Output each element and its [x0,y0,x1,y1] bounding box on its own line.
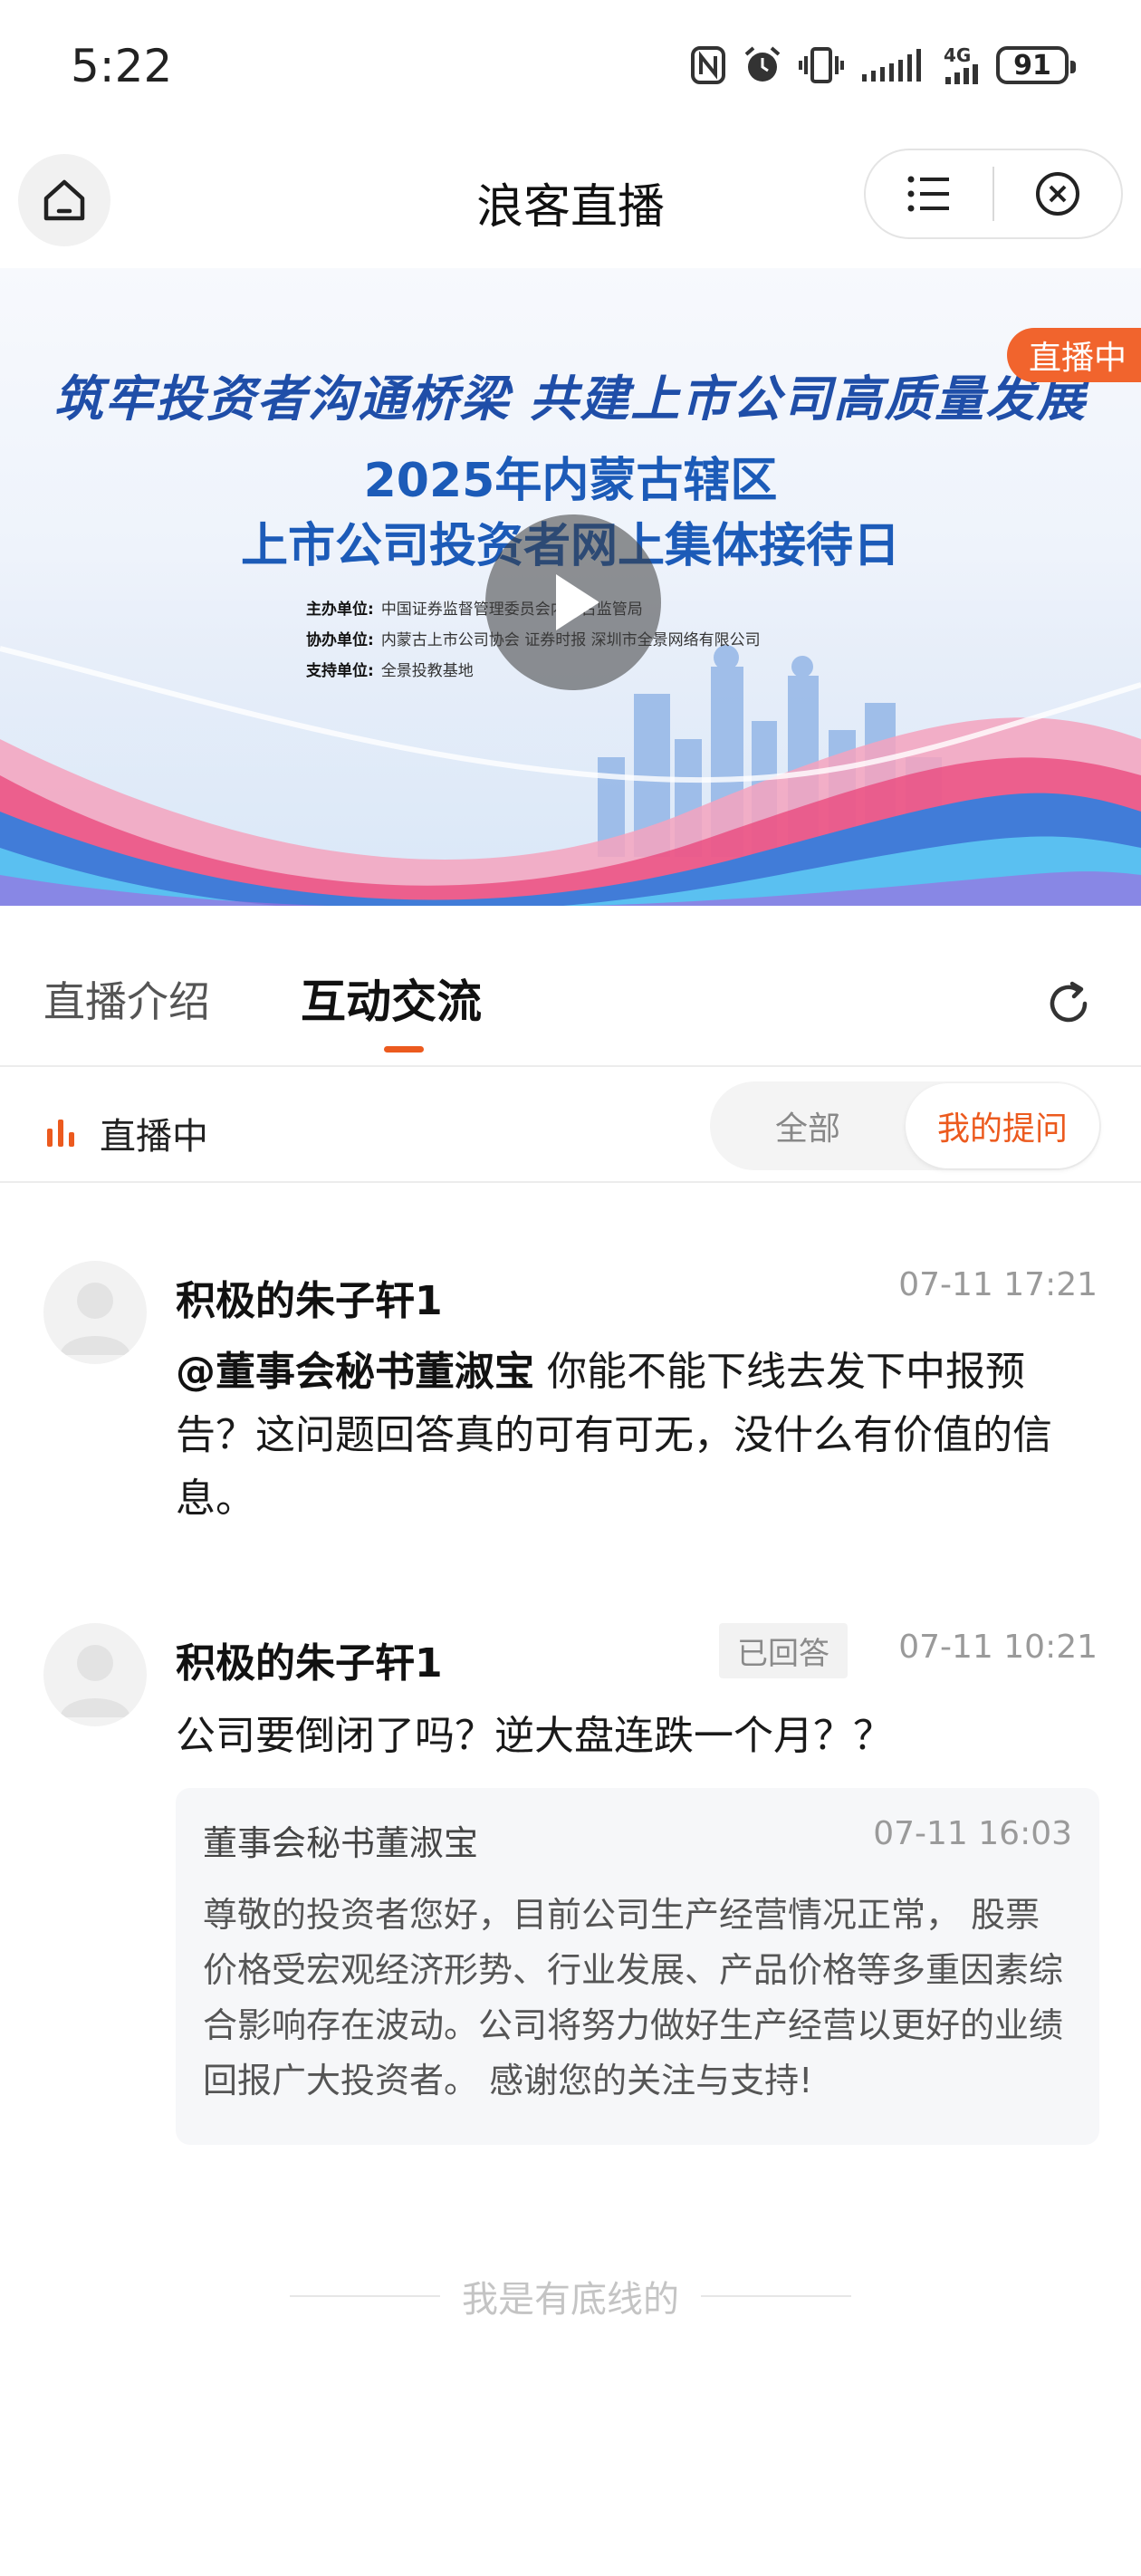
network-label: 4G [944,44,972,66]
list-menu-icon [907,176,949,212]
mini-program-capsule [864,149,1123,239]
live-bars-icon [47,1120,74,1147]
status-icons: 4G 91 [690,45,1076,85]
refresh-button[interactable] [1041,976,1096,1031]
alarm-icon [744,46,781,82]
status-bar: 5:22 4G 91 [0,0,1141,136]
live-indicator: 直播中 [45,1107,208,1159]
live-indicator-label: 直播中 [100,1116,208,1158]
live-status-tag: 直播中 [1006,328,1141,382]
battery-indicator: 91 [996,46,1076,84]
filter-all-button[interactable]: 全部 [710,1081,906,1170]
active-tab-indicator [384,1046,424,1053]
question-filter-toggle: 全部 我的提问 [710,1081,1101,1170]
end-of-list-text: 我是有底线的 [462,2279,679,2321]
nfc-icon [691,46,725,84]
vibrate-icon [799,47,844,83]
list-item: 积极的朱子轩1 07-11 17:21 @董事会秘书董淑宝 你能不能下线去发下中… [0,1261,1141,1533]
banner-heading-line1: 2025年内蒙古辖区 [363,454,778,508]
close-circle-icon [1036,172,1079,216]
organizer-label: 支持单位: [306,662,374,680]
reply-box: 董事会秘书董淑宝 07-11 16:03 尊敬的投资者您好，目前公司生产经营情况… [176,1788,1099,2145]
comment-text: 公司要倒闭了吗？逆大盘连跌一个月？？ [176,1713,893,1759]
network-4g: 4G [944,46,980,84]
play-icon [556,574,599,630]
refresh-icon [1050,981,1088,1023]
divider-rule [290,2295,440,2297]
close-button[interactable] [994,150,1121,237]
live-video-banner[interactable]: 筑牢投资者沟通桥梁 共建上市公司高质量发展 2025年内蒙古辖区 上市公司投资者… [0,268,1141,906]
header: 浪客直播 [0,136,1141,267]
list-item: 积极的朱子轩1 已回答 07-11 10:21 公司要倒闭了吗？逆大盘连跌一个月… [0,1623,1141,2148]
reply-time: 07-11 16:03 [873,1815,1072,1852]
comment-time: 07-11 10:21 [898,1629,1098,1666]
avatar [43,1623,147,1726]
comment-time: 07-11 17:21 [898,1266,1098,1303]
answered-badge: 已回答 [719,1623,848,1678]
organizer-label: 主办单位: [306,601,374,619]
reply-author: 董事会秘书董淑宝 [203,1823,479,1863]
reply-text: 尊敬的投资者您好，目前公司生产经营情况正常， 股票价格受宏观经济形势、行业发展、… [203,1895,1064,2100]
tab-live-intro[interactable]: 直播介绍 [43,969,210,1029]
comment-username: 积极的朱子轩1 [176,1640,443,1687]
organizer-label: 协办单位: [306,631,374,649]
status-time: 5:22 [71,40,173,92]
avatar [43,1261,147,1364]
organizer-value: 全景投教基地 [380,662,474,680]
menu-button[interactable] [866,150,992,237]
content-tabs: 直播介绍 互动交流 [0,906,1141,1067]
signal-icon [862,49,921,82]
filter-my-questions-button[interactable]: 我的提问 [906,1083,1099,1168]
divider-rule [701,2295,851,2297]
end-of-list-divider: 我是有底线的 [290,2264,851,2328]
comment-text: @董事会秘书董淑宝 你能不能下线去发下中报预告？这问题回答真的可有可无，没什么有… [176,1341,1099,1531]
banner-slogan: 筑牢投资者沟通桥梁 共建上市公司高质量发展 [53,370,1088,428]
filter-bar: 直播中 全部 我的提问 [0,1069,1141,1183]
signal-bars-icon [945,64,978,84]
user-placeholder-icon [60,1645,130,1717]
user-placeholder-icon [60,1283,130,1355]
comment-mention[interactable]: @董事会秘书董淑宝 [176,1349,534,1395]
play-button[interactable] [485,514,661,690]
comment-username: 积极的朱子轩1 [176,1278,443,1324]
tab-interaction[interactable]: 互动交流 [301,966,482,1031]
